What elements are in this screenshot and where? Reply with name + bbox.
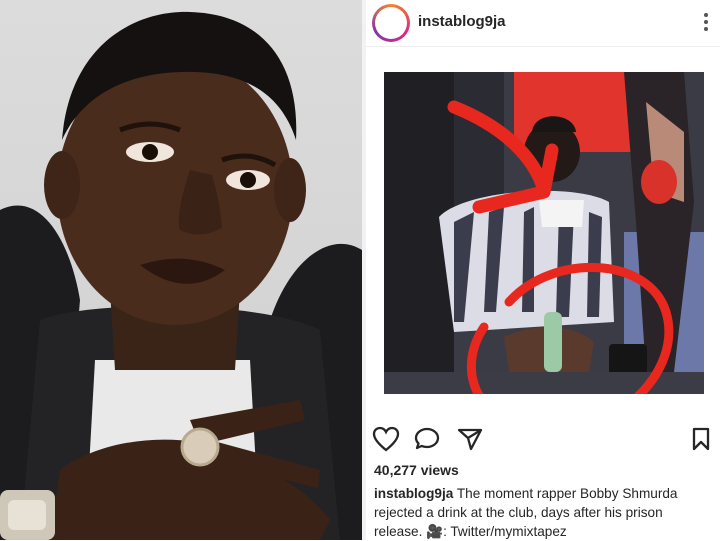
post-video[interactable] bbox=[384, 72, 704, 394]
bookmark-icon[interactable] bbox=[690, 426, 712, 457]
post-caption: instablog9ja The moment rapper Bobby Shm… bbox=[374, 484, 714, 541]
post-username[interactable]: instablog9ja bbox=[418, 13, 506, 30]
portrait-illustration bbox=[0, 11, 362, 540]
comment-icon[interactable] bbox=[414, 426, 442, 457]
account-avatar[interactable] bbox=[372, 4, 410, 42]
video-frame bbox=[384, 72, 704, 394]
avatar-logo bbox=[375, 7, 407, 39]
post-header: instablog9ja bbox=[366, 0, 720, 47]
caption-username[interactable]: instablog9ja bbox=[374, 486, 453, 501]
share-icon[interactable] bbox=[456, 426, 484, 457]
heart-icon[interactable] bbox=[372, 426, 400, 457]
view-count: 40,277 views bbox=[374, 462, 459, 478]
instagram-post: instablog9ja 40,277 views instablog9ja T… bbox=[366, 0, 720, 540]
more-vertical-icon[interactable] bbox=[696, 8, 716, 36]
post-actions bbox=[366, 420, 720, 456]
portrait-photo bbox=[0, 0, 362, 540]
